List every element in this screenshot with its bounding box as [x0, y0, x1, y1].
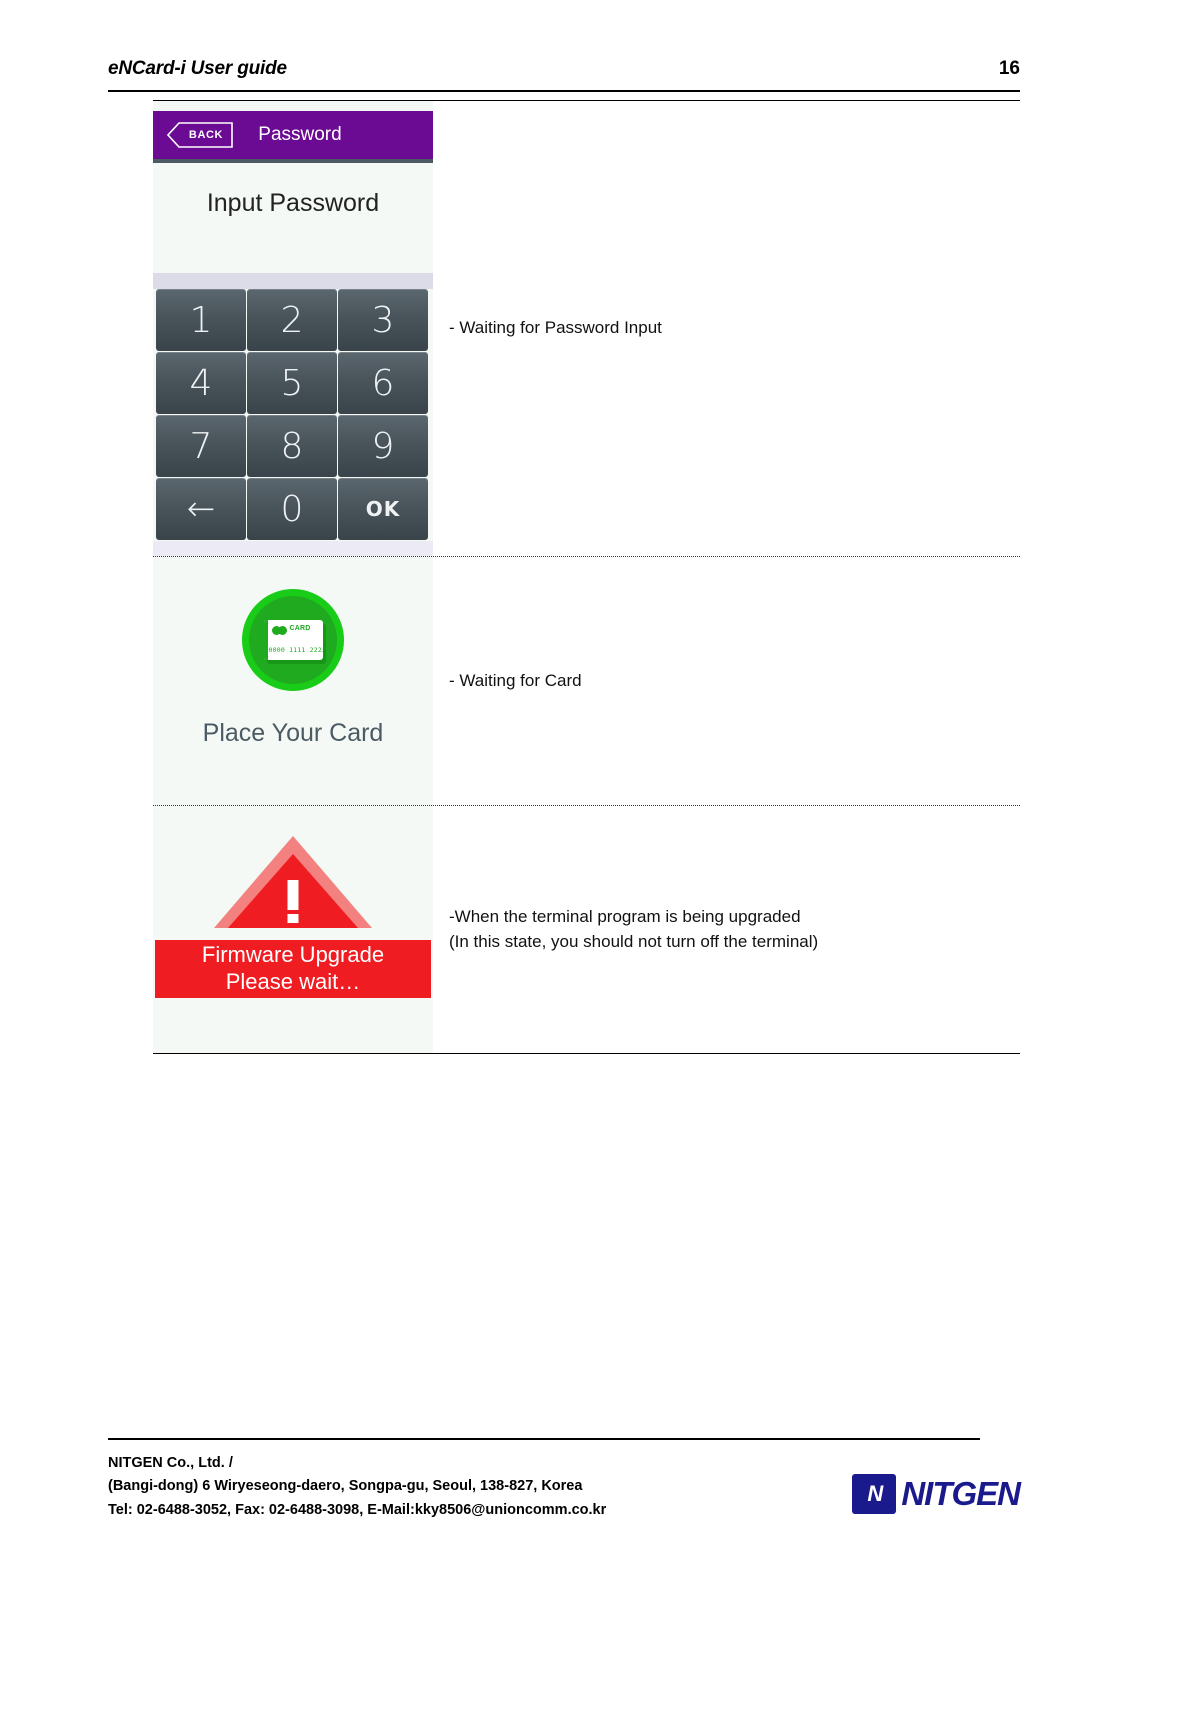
page-number: 16 — [998, 58, 1020, 79]
keypad-bottom-strip — [153, 541, 433, 556]
titlebar-underline — [153, 159, 433, 163]
key-8[interactable]: 8 — [247, 415, 337, 477]
password-prompt: Input Password — [206, 189, 380, 217]
device-screen-firmware: Firmware Upgrade Please wait… — [153, 806, 433, 1053]
key-0[interactable]: 0 — [247, 478, 337, 540]
key-ok[interactable]: OK — [338, 478, 428, 540]
card-number: 0000 1111 2222 3333 — [268, 646, 323, 654]
key-9[interactable]: 9 — [338, 415, 428, 477]
device-screen-card: CARD 0000 1111 2222 3333 Place Your Card — [153, 557, 433, 805]
header-divider — [108, 90, 1020, 92]
screens-table: BACK Password Input Password 1 2 3 4 5 6 — [153, 100, 1020, 1054]
key-backspace-arrow-icon[interactable]: ← — [156, 478, 246, 540]
back-button[interactable]: BACK — [167, 122, 233, 148]
table-row: BACK Password Input Password 1 2 3 4 5 6 — [153, 101, 1020, 557]
annotation-cell: -When the terminal program is being upgr… — [433, 806, 1020, 1053]
nitgen-logo-word: NITGEN — [901, 1475, 1021, 1512]
firmware-banner-line2: Please wait… — [225, 969, 361, 994]
annotation-cell: - Waiting for Card — [433, 557, 1020, 805]
back-button-label: BACK — [188, 129, 224, 141]
nitgen-logo: N NITGEN — [852, 1474, 1021, 1514]
password-titlebar: BACK Password — [153, 111, 433, 159]
keypad-row: 1 2 3 — [156, 289, 430, 352]
annotation-cell: - Waiting for Password Input — [433, 101, 1020, 556]
warning-triangle-icon — [214, 836, 372, 928]
page-title: eNCard-i User guide — [108, 58, 287, 79]
device-screen-password: BACK Password Input Password 1 2 3 4 5 6 — [153, 101, 433, 556]
firmware-banner: Firmware Upgrade Please wait… — [155, 940, 431, 998]
credit-card-icon: CARD 0000 1111 2222 3333 — [263, 620, 323, 660]
numeric-keypad[interactable]: 1 2 3 4 5 6 7 8 9 ← 0 OK — [156, 289, 430, 541]
page-header: eNCard-i User guide 16 — [108, 52, 1020, 94]
key-4[interactable]: 4 — [156, 352, 246, 414]
card-word: CARD — [289, 625, 311, 632]
place-card-label: Place Your Card — [202, 719, 384, 747]
key-6[interactable]: 6 — [338, 352, 428, 414]
key-3[interactable]: 3 — [338, 289, 428, 351]
exclamation-bar — [287, 880, 299, 910]
password-screen-title: Password — [258, 124, 342, 145]
firmware-banner-line1: Firmware Upgrade — [201, 942, 385, 968]
annotation-firmware: -When the terminal program is being upgr… — [449, 906, 819, 951]
footer-divider — [108, 1438, 980, 1440]
keypad-row: 7 8 9 — [156, 415, 430, 478]
keypad-top-strip — [153, 273, 433, 289]
card-logo-icon — [271, 626, 288, 635]
key-5[interactable]: 5 — [247, 352, 337, 414]
nitgen-logo-mark: N — [852, 1474, 897, 1514]
annotation-password: - Waiting for Password Input — [449, 318, 662, 338]
footer-company-info: NITGEN Co., Ltd. / (Bangi-dong) 6 Wiryes… — [108, 1455, 607, 1518]
key-1[interactable]: 1 — [156, 289, 246, 351]
exclamation-dot — [287, 914, 299, 923]
key-2[interactable]: 2 — [247, 289, 337, 351]
annotation-card: - Waiting for Card — [449, 670, 582, 690]
table-row: CARD 0000 1111 2222 3333 Place Your Card… — [153, 557, 1020, 806]
card-stripe — [263, 620, 268, 660]
keypad-row: 4 5 6 — [156, 352, 430, 415]
card-badge-icon: CARD 0000 1111 2222 3333 — [242, 589, 344, 691]
table-row: Firmware Upgrade Please wait… -When the … — [153, 806, 1020, 1053]
keypad-row: ← 0 OK — [156, 478, 430, 541]
key-7[interactable]: 7 — [156, 415, 246, 477]
